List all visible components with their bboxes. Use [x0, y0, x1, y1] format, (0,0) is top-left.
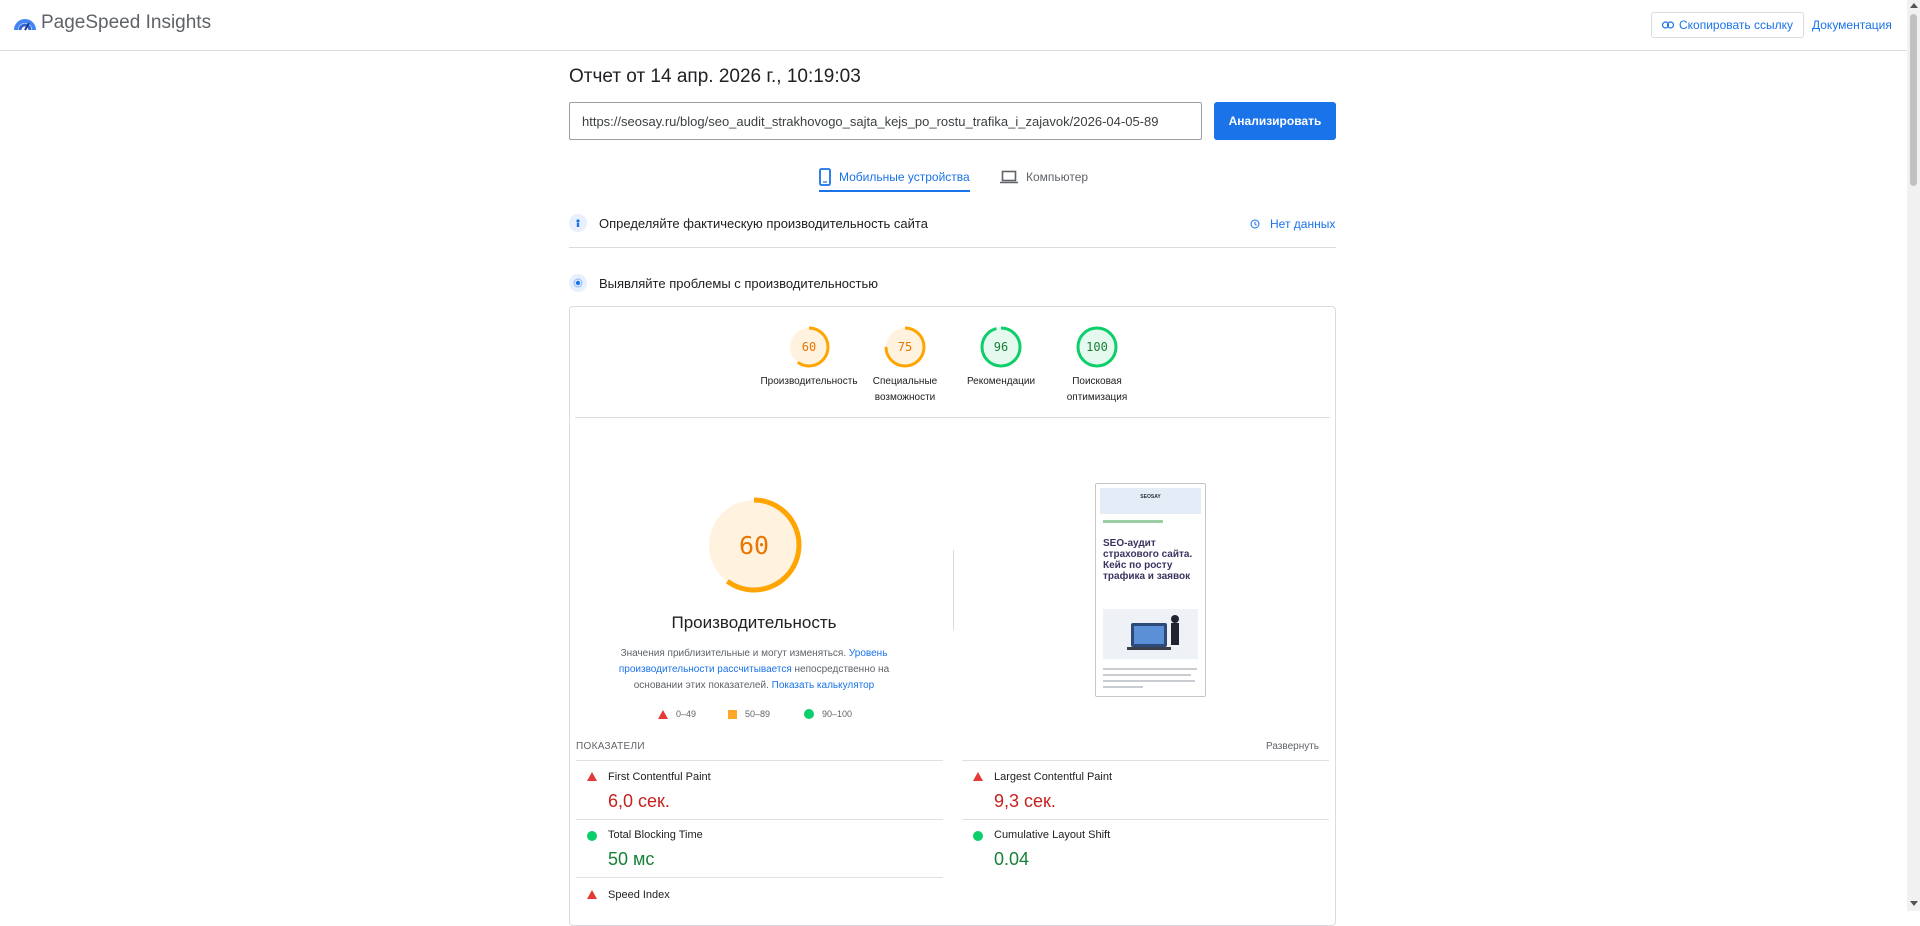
laptop-illustration-icon — [1127, 615, 1179, 650]
report-title: Отчет от 14 апр. 2026 г., 10:19:03 — [569, 66, 861, 87]
metric-value-tbt: 50 мс — [608, 849, 655, 869]
show-calculator-link[interactable]: Показать калькулятор — [772, 680, 875, 691]
no-data-label: Нет данных — [1270, 217, 1336, 231]
metric-divider — [962, 760, 1329, 761]
legend-range: 0–49 — [676, 709, 697, 719]
screenshot-brand: SEOSAY — [1140, 494, 1161, 500]
copy-link-label: Скопировать ссылку — [1678, 18, 1794, 32]
pass-circle-icon — [973, 831, 983, 841]
screenshot-text-line — [1103, 668, 1197, 670]
legend-fail: 0–49 — [658, 709, 696, 719]
category-score: 100 — [1086, 340, 1108, 354]
scroll-down-arrow-icon[interactable] — [1910, 901, 1918, 906]
fail-triangle-icon — [973, 772, 983, 781]
category-gauge-performance[interactable]: 60 — [787, 325, 831, 369]
category-label-seo[interactable]: Поисковая оптимизация — [1042, 374, 1152, 406]
pagespeed-logo-icon — [14, 19, 36, 31]
category-score: 60 — [801, 340, 817, 354]
metric-divider — [576, 877, 943, 878]
screenshot-title: SEO-аудит страхового сайта. Кейс по рост… — [1103, 538, 1193, 582]
app-title: PageSpeed Insights — [41, 12, 212, 33]
screenshot-header: SEOSAY — [1100, 488, 1201, 514]
metric-name-speed-index: Speed Index — [608, 889, 670, 901]
active-tab-indicator — [819, 190, 970, 192]
scrollbar[interactable] — [1907, 0, 1920, 911]
copy-link-button[interactable]: Скопировать ссылку — [1651, 12, 1804, 38]
categories-divider — [575, 417, 1330, 418]
link-icon — [1661, 21, 1674, 29]
category-label-accessibility[interactable]: Специальные возможности — [850, 374, 960, 406]
metric-name-cls: Cumulative Layout Shift — [994, 829, 1111, 841]
fail-triangle-icon — [587, 890, 597, 899]
lab-data-title: Выявляйте проблемы с производительностью — [599, 275, 879, 291]
scroll-up-arrow-icon[interactable] — [1910, 3, 1918, 8]
lab-data-section[interactable]: Выявляйте проблемы с производительностью — [569, 274, 1336, 292]
tab-mobile[interactable]: Мобильные устройства — [819, 162, 970, 192]
docs-link[interactable]: Документация — [1812, 18, 1892, 32]
expand-metrics-toggle[interactable]: Развернуть — [1266, 741, 1319, 752]
brand[interactable]: PageSpeed Insights — [14, 12, 211, 34]
field-data-section[interactable]: Определяйте фактическую производительнос… — [569, 214, 1336, 232]
performance-title: Производительность — [671, 613, 837, 632]
screenshot-hero-image — [1103, 609, 1198, 659]
analyze-button[interactable]: Анализировать — [1214, 102, 1336, 140]
legend-average: 50–89 — [728, 709, 770, 719]
legend-pass: 90–100 — [804, 709, 852, 719]
metric-divider — [962, 819, 1329, 820]
category-label-performance[interactable]: Производительность — [754, 374, 864, 390]
info-icon — [1250, 219, 1260, 229]
crux-users-icon — [569, 214, 587, 232]
category-gauge-seo[interactable]: 100 — [1075, 325, 1119, 369]
smartphone-icon — [819, 168, 831, 186]
pass-circle-icon — [804, 709, 814, 719]
pass-circle-icon — [587, 831, 597, 841]
metric-name-lcp: Largest Contentful Paint — [994, 771, 1113, 783]
metric-value-cls: 0.04 — [994, 849, 1030, 869]
section-divider — [569, 247, 1336, 248]
average-square-icon — [728, 709, 737, 719]
lab-diagnose-icon — [569, 274, 587, 292]
performance-score: 60 — [738, 530, 770, 560]
no-data-status[interactable]: Нет данных — [1250, 217, 1335, 231]
category-score: 96 — [993, 340, 1009, 354]
metric-divider — [576, 760, 943, 761]
category-gauge-accessibility[interactable]: 75 — [883, 325, 927, 369]
url-input[interactable] — [569, 102, 1202, 140]
metric-name-tbt: Total Blocking Time — [608, 829, 703, 841]
screenshot-text-line — [1103, 674, 1191, 676]
metric-value-lcp: 9,3 сек. — [994, 791, 1056, 811]
legend-range: 90–100 — [822, 709, 853, 719]
legend-range: 50–89 — [745, 709, 771, 719]
screenshot-text-line — [1103, 686, 1143, 688]
screenshot-breadcrumb — [1103, 520, 1163, 523]
category-label-best-practices[interactable]: Рекомендации — [946, 374, 1056, 390]
tab-mobile-label: Мобильные устройства — [839, 170, 970, 184]
metrics-heading: ПОКАЗАТЕЛИ — [576, 741, 645, 752]
screenshot-text-line — [1103, 680, 1195, 682]
metric-value-fcp: 6,0 сек. — [608, 791, 670, 811]
category-score: 75 — [897, 340, 913, 354]
metric-divider — [576, 819, 943, 820]
top-bar: PageSpeed Insights Скопировать ссылку До… — [0, 0, 1907, 51]
fail-triangle-icon — [658, 709, 668, 719]
laptop-icon — [1000, 170, 1018, 184]
category-gauge-best-practices[interactable]: 96 — [979, 325, 1023, 369]
tab-desktop-label: Компьютер — [1026, 170, 1089, 184]
fail-triangle-icon — [587, 772, 597, 781]
final-screenshot[interactable]: SEOSAY SEO-аудит страхового сайта. Кейс … — [1095, 483, 1206, 697]
field-data-title: Определяйте фактическую производительнос… — [599, 215, 928, 231]
vertical-separator — [953, 550, 954, 630]
performance-disclaimer: Значения приблизительные и могут изменят… — [597, 646, 911, 694]
metric-name-fcp: First Contentful Paint — [608, 771, 711, 783]
disclaimer-text: Значения приблизительные и могут изменят… — [620, 648, 849, 659]
tab-desktop[interactable]: Компьютер — [1000, 162, 1088, 192]
performance-gauge: 60 — [706, 497, 802, 593]
scrollbar-thumb[interactable] — [1910, 14, 1917, 186]
